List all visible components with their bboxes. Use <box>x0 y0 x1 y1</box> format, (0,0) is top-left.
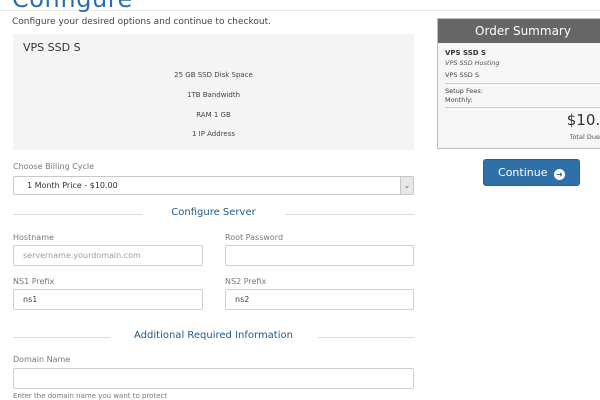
continue-label: Continue <box>498 166 548 179</box>
domain-name-label: Domain Name <box>13 355 71 364</box>
billing-cycle-label: Choose Billing Cycle <box>13 162 95 171</box>
continue-button[interactable]: Continue ➜ <box>483 159 580 186</box>
intro-text: Configure your desired options and conti… <box>12 17 271 27</box>
product-feature: 1 IP Address <box>191 130 236 138</box>
summary-divider <box>445 83 600 84</box>
summary-total-label: Total Due T <box>569 133 600 141</box>
monthly-label: Monthly: <box>445 96 473 104</box>
summary-monthly: Monthly: $ <box>445 96 600 104</box>
root-password-label: Root Password <box>225 233 284 242</box>
summary-product-name: VPS SSD S <box>445 49 487 57</box>
additional-info-heading: Additional Required Information <box>13 330 414 344</box>
setup-fees-label: Setup Fees: <box>445 87 483 95</box>
configure-server-title: Configure Server <box>171 207 256 218</box>
summary-product-group: VPS SSD Hosting <box>445 59 500 67</box>
summary-setup-fees: Setup Fees: <box>445 87 600 95</box>
domain-name-input[interactable] <box>13 368 414 389</box>
page-title: Configure <box>12 0 133 13</box>
hostname-input[interactable] <box>13 245 203 266</box>
ns1-prefix-input[interactable] <box>13 289 203 310</box>
product-info-panel: VPS SSD S 25 GB SSD Disk Space 1TB Bandw… <box>13 34 414 150</box>
summary-line-item-label: VPS SSD S <box>445 71 480 79</box>
billing-cycle-select[interactable]: 1 Month Price - $10.00 ⌄ <box>13 176 414 195</box>
summary-divider <box>445 107 600 108</box>
product-feature: RAM 1 GB <box>196 111 231 119</box>
ns2-prefix-input[interactable] <box>225 289 414 310</box>
product-feature: 25 GB SSD Disk Space <box>174 71 253 79</box>
order-summary-panel: Order Summary VPS SSD S VPS SSD Hosting … <box>437 18 600 149</box>
additional-info-title: Additional Required Information <box>134 330 293 341</box>
configure-server-heading: Configure Server <box>13 207 414 221</box>
summary-total-amount: $10.( <box>566 111 600 129</box>
arrow-circle-right-icon: ➜ <box>553 169 565 180</box>
chevron-down-icon[interactable]: ⌄ <box>400 177 413 194</box>
product-name: VPS SSD S <box>23 41 81 54</box>
ns1-prefix-label: NS1 Prefix <box>13 277 55 286</box>
summary-line-item: VPS SSD S $1 <box>445 71 600 79</box>
ns2-prefix-label: NS2 Prefix <box>225 277 267 286</box>
billing-cycle-value: 1 Month Price - $10.00 <box>27 181 118 190</box>
root-password-input[interactable] <box>225 245 414 266</box>
product-feature: 1TB Bandwidth <box>186 91 241 99</box>
hostname-label: Hostname <box>13 233 54 242</box>
domain-help-text: Enter the domain name you want to protec… <box>13 392 168 400</box>
order-summary-title: Order Summary <box>438 19 600 43</box>
